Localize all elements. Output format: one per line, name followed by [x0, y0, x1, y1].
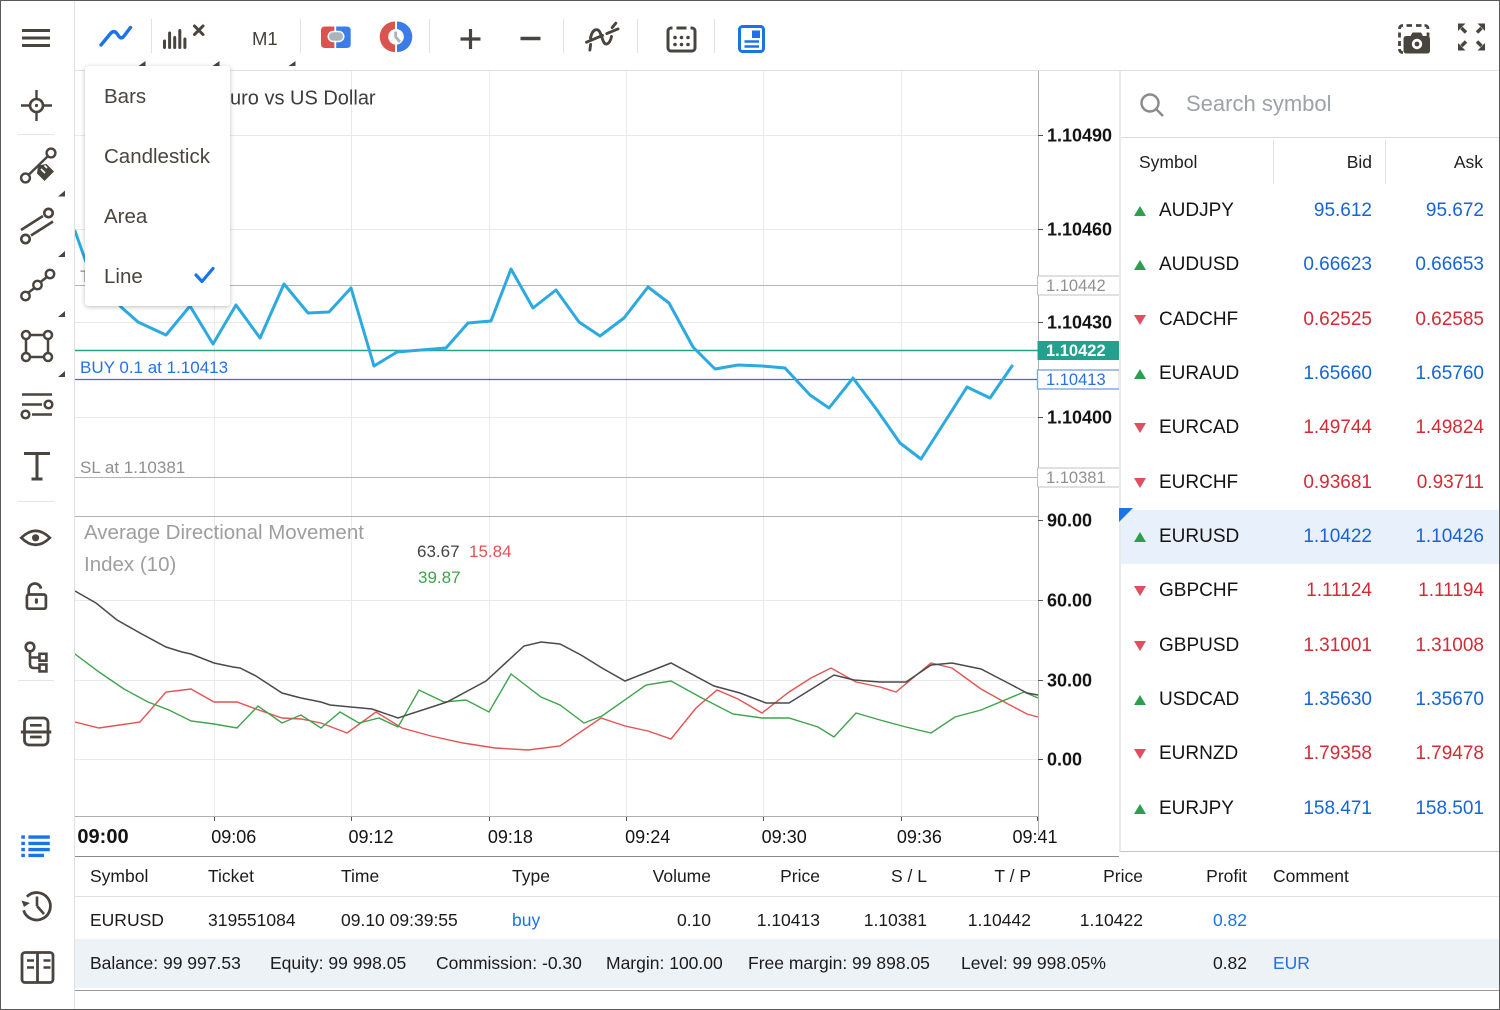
svg-text:M1: M1: [252, 28, 278, 49]
